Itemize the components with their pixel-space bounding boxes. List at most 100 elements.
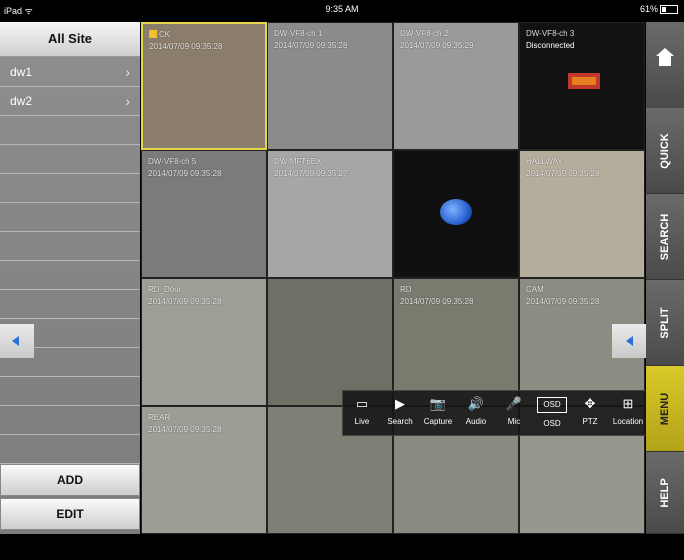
empty-row — [0, 261, 140, 290]
menu-help-button[interactable]: HELP — [646, 452, 684, 534]
globe-icon — [440, 199, 472, 225]
osd-icon: OSD — [537, 397, 567, 413]
camera-tile[interactable]: CK 2014/07/09 09:35:28 — [141, 22, 267, 150]
toolbar-audio-button[interactable]: 🔊 Audio — [457, 391, 495, 435]
ptz-icon: ✥ — [584, 396, 596, 411]
home-icon — [656, 48, 674, 70]
menu-menu-button[interactable]: MENU — [646, 366, 684, 452]
chevron-right-icon: › — [125, 64, 130, 80]
empty-row — [0, 174, 140, 203]
camera-icon: 📷 — [429, 396, 447, 411]
status-bar: iPad ᯤ 9:35 AM 61% — [0, 0, 684, 22]
camera-title: RD_Door — [148, 285, 182, 294]
camera-tile[interactable]: DW-VF8-ch 5 2014/07/09 09:35:28 — [141, 150, 267, 278]
camera-toolbar: ▭ Live ▶ Search 📷 Capture 🔊 Audio 🎤 Mic OSD OSD ✥ PTZ… — [342, 390, 648, 436]
empty-row — [0, 145, 140, 174]
site-sidebar: All Site dw1 › dw2 › ADD EDIT — [0, 22, 140, 534]
toolbar-label: Capture — [423, 417, 453, 426]
camera-timestamp: 2014/07/09 09:35:28 — [400, 297, 474, 306]
camera-timestamp: 2014/07/09 09:35:28 — [148, 297, 222, 306]
camera-title: HALLWAY — [526, 157, 563, 166]
camera-title: RD — [400, 285, 412, 294]
camera-title: CK — [159, 30, 171, 39]
camera-timestamp: 2014/07/09 09:35:27 — [274, 169, 348, 178]
camera-timestamp: 2014/07/09 09:35:28 — [526, 169, 600, 178]
camera-timestamp: 2014/07/09 09:35:29 — [400, 41, 474, 50]
camera-tile[interactable]: DW-MFT6EX 2014/07/09 09:35:27 — [267, 150, 393, 278]
camera-feed — [268, 279, 392, 405]
camera-title: CAM — [526, 285, 544, 294]
camera-tile[interactable]: RD_Door 2014/07/09 09:35:28 — [141, 278, 267, 406]
camera-title: REAR — [148, 413, 171, 422]
camera-tile[interactable] — [393, 150, 519, 278]
menu-label: SEARCH — [659, 213, 671, 260]
clock: 9:35 AM — [325, 4, 359, 14]
live-icon: ▭ — [355, 396, 369, 411]
empty-row — [0, 435, 140, 464]
camera-tile[interactable] — [267, 278, 393, 406]
page-right-arrow[interactable] — [612, 324, 646, 358]
camera-tile[interactable]: DW-VF8-ch 2 2014/07/09 09:35:29 — [393, 22, 519, 150]
camera-tile[interactable]: HALLWAY 2014/07/09 09:35:28 — [519, 150, 645, 278]
camera-grid: CK 2014/07/09 09:35:28 DW-VF8-ch 1 2014/07/… — [141, 22, 645, 534]
toolbar-label: Search — [387, 417, 413, 426]
all-site-header[interactable]: All Site — [0, 22, 140, 57]
battery-icon — [660, 5, 678, 15]
camera-tile[interactable]: DW-VF8-ch 3 Disconnected — [519, 22, 645, 150]
camera-title: DW-VF8-ch 2 — [400, 29, 449, 38]
empty-row — [0, 116, 140, 145]
home-button[interactable] — [646, 22, 684, 109]
mic-icon: 🎤 — [505, 396, 523, 411]
menu-split-button[interactable]: SPLIT — [646, 280, 684, 366]
edit-button[interactable]: EDIT — [0, 498, 140, 530]
empty-row — [0, 377, 140, 406]
battery-status: 61% — [640, 4, 678, 15]
toolbar-live-button[interactable]: ▭ Live — [343, 391, 381, 435]
search-play-icon: ▶ — [395, 396, 405, 411]
right-menu: QUICK SEARCH SPLIT MENU HELP — [646, 22, 684, 534]
menu-quick-button[interactable]: QUICK — [646, 108, 684, 194]
toolbar-label: Location — [612, 417, 644, 426]
toolbar-label: PTZ — [582, 417, 598, 426]
empty-row — [0, 232, 140, 261]
camera-timestamp: 2014/07/09 09:35:28 — [148, 169, 222, 178]
camera-timestamp: 2014/07/09 09:35:28 — [148, 425, 222, 434]
site-item-dw2[interactable]: dw2 › — [0, 87, 140, 116]
camera-status: Disconnected — [526, 41, 575, 50]
brand-logo-icon — [568, 73, 600, 89]
toolbar-label: Live — [354, 417, 370, 426]
camera-timestamp: 2014/07/09 09:35:28 — [274, 41, 348, 50]
toolbar-location-button[interactable]: ⊞ Location — [609, 391, 647, 435]
site-list: dw1 › dw2 › — [0, 58, 140, 464]
page-left-arrow[interactable] — [0, 324, 34, 358]
menu-label: SPLIT — [659, 306, 671, 339]
camera-title: DW-VF8-ch 3 — [526, 29, 575, 38]
camera-title: DW-MFT6EX — [274, 157, 322, 166]
menu-label: HELP — [659, 477, 671, 508]
camera-tile[interactable]: DW-VF8-ch 1 2014/07/09 09:35:28 — [267, 22, 393, 150]
empty-row — [0, 290, 140, 319]
menu-label: MENU — [659, 392, 671, 425]
toolbar-label: Audio — [465, 417, 487, 426]
camera-title: DW-VF8-ch 5 — [148, 157, 197, 166]
menu-search-button[interactable]: SEARCH — [646, 194, 684, 280]
toolbar-capture-button[interactable]: 📷 Capture — [419, 391, 457, 435]
location-icon: ⊞ — [622, 396, 634, 411]
camera-tile[interactable]: REAR 2014/07/09 09:35:28 — [141, 406, 267, 534]
toolbar-search-button[interactable]: ▶ Search — [381, 391, 419, 435]
empty-row — [0, 406, 140, 435]
toolbar-label: Mic — [507, 417, 521, 426]
menu-label: QUICK — [659, 132, 671, 169]
lock-icon — [149, 30, 157, 38]
camera-tile[interactable]: RD 2014/07/09 09:35:28 — [393, 278, 519, 406]
toolbar-ptz-button[interactable]: ✥ PTZ — [571, 391, 609, 435]
empty-row — [0, 203, 140, 232]
add-button[interactable]: ADD — [0, 464, 140, 496]
camera-title: DW-VF8-ch 1 — [274, 29, 323, 38]
camera-timestamp: 2014/07/09 09:35:28 — [149, 42, 223, 51]
toolbar-osd-button[interactable]: OSD OSD — [533, 391, 571, 435]
toolbar-mic-button[interactable]: 🎤 Mic — [495, 391, 533, 435]
audio-icon: 🔊 — [467, 396, 485, 411]
site-item-dw1[interactable]: dw1 › — [0, 58, 140, 87]
chevron-right-icon: › — [125, 93, 130, 109]
